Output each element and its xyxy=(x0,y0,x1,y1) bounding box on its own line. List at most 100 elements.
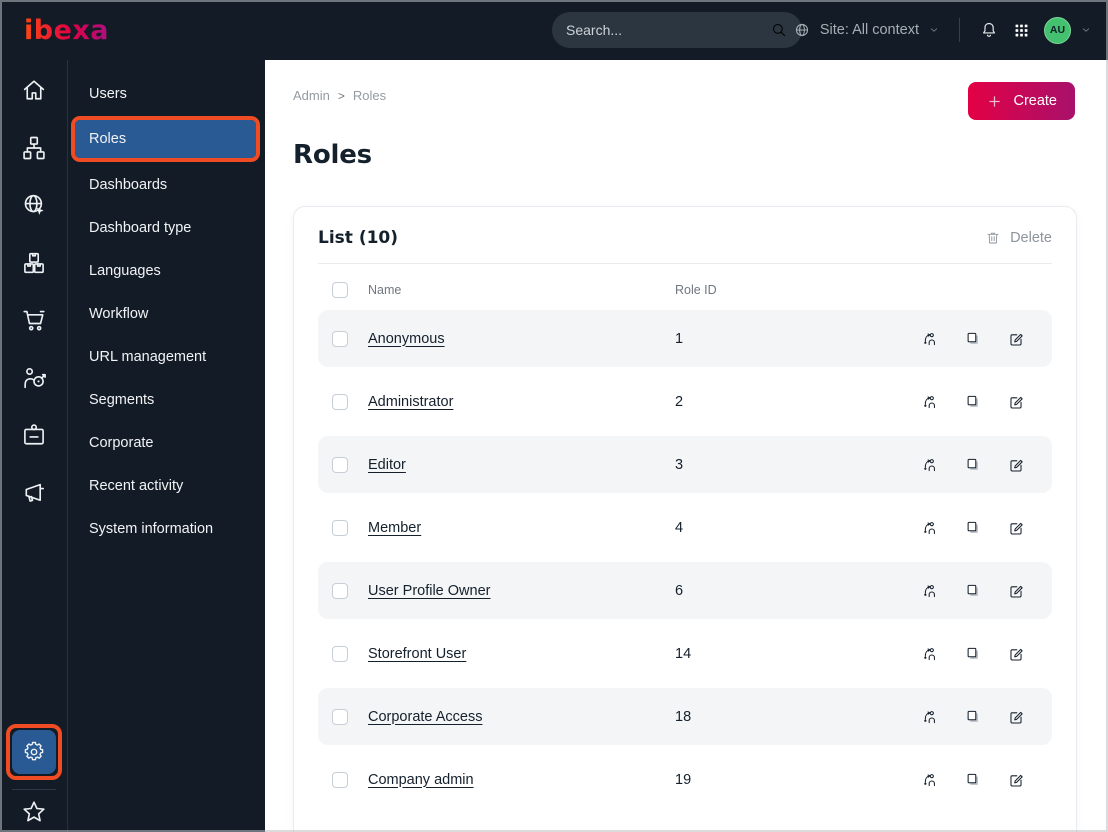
list-header: List (10) xyxy=(318,228,399,248)
sidebar-item-corporate[interactable]: Corporate xyxy=(68,421,265,464)
copy-button[interactable] xyxy=(964,519,982,537)
user-avatar[interactable]: AU xyxy=(1044,16,1071,44)
rail-item-bookmarks[interactable] xyxy=(20,798,48,826)
copy-button[interactable] xyxy=(964,456,982,474)
rail-item-products[interactable] xyxy=(20,249,48,277)
rail-item-personalization[interactable] xyxy=(20,364,48,392)
assign-user-button[interactable] xyxy=(921,393,939,411)
row-checkbox[interactable] xyxy=(332,582,348,599)
table-row: Administrator 2 xyxy=(318,373,1052,430)
topbar-right-group: Site: All context AU xyxy=(793,0,1092,60)
role-name-link[interactable]: Administrator xyxy=(368,394,453,410)
commerce-cart-icon xyxy=(20,306,48,334)
rail-item-marketing[interactable] xyxy=(20,479,48,507)
assign-user-button[interactable] xyxy=(921,582,939,600)
copy-button[interactable] xyxy=(964,330,982,348)
rail-bottom-group xyxy=(0,724,67,826)
row-checkbox[interactable] xyxy=(332,330,348,347)
assign-user-button[interactable] xyxy=(921,330,939,348)
table-row: User Profile Owner 6 xyxy=(318,562,1052,619)
assign-user-button[interactable] xyxy=(921,771,939,789)
topbar-divider xyxy=(959,18,960,42)
table-row: Member 4 xyxy=(318,499,1052,556)
sidebar-item-recent-activity[interactable]: Recent activity xyxy=(68,464,265,507)
role-name-link[interactable]: User Profile Owner xyxy=(368,583,490,599)
assign-user-button[interactable] xyxy=(921,519,939,537)
rail-item-site[interactable] xyxy=(20,191,48,219)
breadcrumb-admin[interactable]: Admin xyxy=(293,88,330,103)
create-button-label: Create xyxy=(1013,93,1057,109)
row-checkbox[interactable] xyxy=(332,771,348,788)
user-menu-chevron-icon[interactable] xyxy=(1080,24,1092,36)
page-title: Roles xyxy=(293,140,372,170)
app-switcher-button[interactable] xyxy=(1012,21,1031,40)
edit-button[interactable] xyxy=(1007,330,1025,348)
personalization-target-icon xyxy=(20,364,48,392)
sidebar-item-languages[interactable]: Languages xyxy=(68,249,265,292)
edit-button[interactable] xyxy=(1007,393,1025,411)
assign-user-button[interactable] xyxy=(921,645,939,663)
notifications-button[interactable] xyxy=(979,20,999,40)
star-icon xyxy=(20,798,48,826)
app-grid-icon xyxy=(1012,21,1031,40)
role-id-value: 18 xyxy=(675,708,692,725)
edit-button[interactable] xyxy=(1007,582,1025,600)
gear-icon xyxy=(22,740,46,764)
role-id-value: 1 xyxy=(675,330,684,347)
role-name-link[interactable]: Storefront User xyxy=(368,646,466,662)
sidebar-item-dashboard-type[interactable]: Dashboard type xyxy=(68,206,265,249)
select-all-checkbox[interactable] xyxy=(332,282,348,298)
sidebar-item-users[interactable]: Users xyxy=(68,72,265,115)
role-id-value: 6 xyxy=(675,582,684,599)
edit-button[interactable] xyxy=(1007,645,1025,663)
role-name-link[interactable]: Editor xyxy=(368,457,406,473)
assign-user-button[interactable] xyxy=(921,708,939,726)
rail-item-commerce[interactable] xyxy=(20,306,48,334)
sidebar-item-system-information[interactable]: System information xyxy=(68,507,265,550)
role-name-link[interactable]: Corporate Access xyxy=(368,709,482,725)
role-name-link[interactable]: Anonymous xyxy=(368,331,445,347)
row-checkbox[interactable] xyxy=(332,708,348,725)
sidebar-item-segments[interactable]: Segments xyxy=(68,378,265,421)
row-checkbox[interactable] xyxy=(332,456,348,473)
table-header-row: Name Role ID xyxy=(318,264,1052,310)
copy-button[interactable] xyxy=(964,582,982,600)
row-checkbox[interactable] xyxy=(332,645,348,662)
rail-item-content[interactable] xyxy=(20,134,48,162)
chevron-down-icon xyxy=(928,24,940,36)
rail-divider xyxy=(11,789,56,790)
sidebar-item-roles[interactable]: Roles xyxy=(75,120,256,158)
role-name-link[interactable]: Company admin xyxy=(368,772,474,788)
create-button[interactable]: Create xyxy=(968,82,1075,120)
role-name-link[interactable]: Member xyxy=(368,520,421,536)
edit-button[interactable] xyxy=(1007,519,1025,537)
copy-icon xyxy=(964,393,982,411)
delete-button[interactable]: Delete xyxy=(985,230,1052,246)
rail-item-corporate[interactable] xyxy=(20,421,48,449)
search-input[interactable] xyxy=(566,22,770,38)
sidebar-item-dashboards[interactable]: Dashboards xyxy=(68,163,265,206)
global-search[interactable] xyxy=(552,12,802,48)
row-checkbox[interactable] xyxy=(332,393,348,410)
assign-user-button[interactable] xyxy=(921,456,939,474)
search-icon[interactable] xyxy=(770,21,788,39)
row-checkbox[interactable] xyxy=(332,519,348,536)
site-context-selector[interactable]: Site: All context xyxy=(793,21,940,39)
copy-button[interactable] xyxy=(964,645,982,663)
role-id-value: 14 xyxy=(675,645,692,662)
copy-button[interactable] xyxy=(964,771,982,789)
copy-button[interactable] xyxy=(964,708,982,726)
ibexa-logo[interactable]: ibexa xyxy=(24,17,109,44)
rail-item-dashboard[interactable] xyxy=(20,76,48,104)
rail-item-admin-settings[interactable] xyxy=(11,730,56,774)
edit-button[interactable] xyxy=(1007,456,1025,474)
edit-button[interactable] xyxy=(1007,708,1025,726)
copy-button[interactable] xyxy=(964,393,982,411)
edit-button[interactable] xyxy=(1007,771,1025,789)
roles-list-card: List (10) Delete Name Role ID Anonymous … xyxy=(293,206,1077,832)
assign-user-icon xyxy=(921,330,939,348)
assign-user-icon xyxy=(921,393,939,411)
column-header-role-id: Role ID xyxy=(675,283,717,297)
sidebar-item-url-management[interactable]: URL management xyxy=(68,335,265,378)
sidebar-item-workflow[interactable]: Workflow xyxy=(68,292,265,335)
